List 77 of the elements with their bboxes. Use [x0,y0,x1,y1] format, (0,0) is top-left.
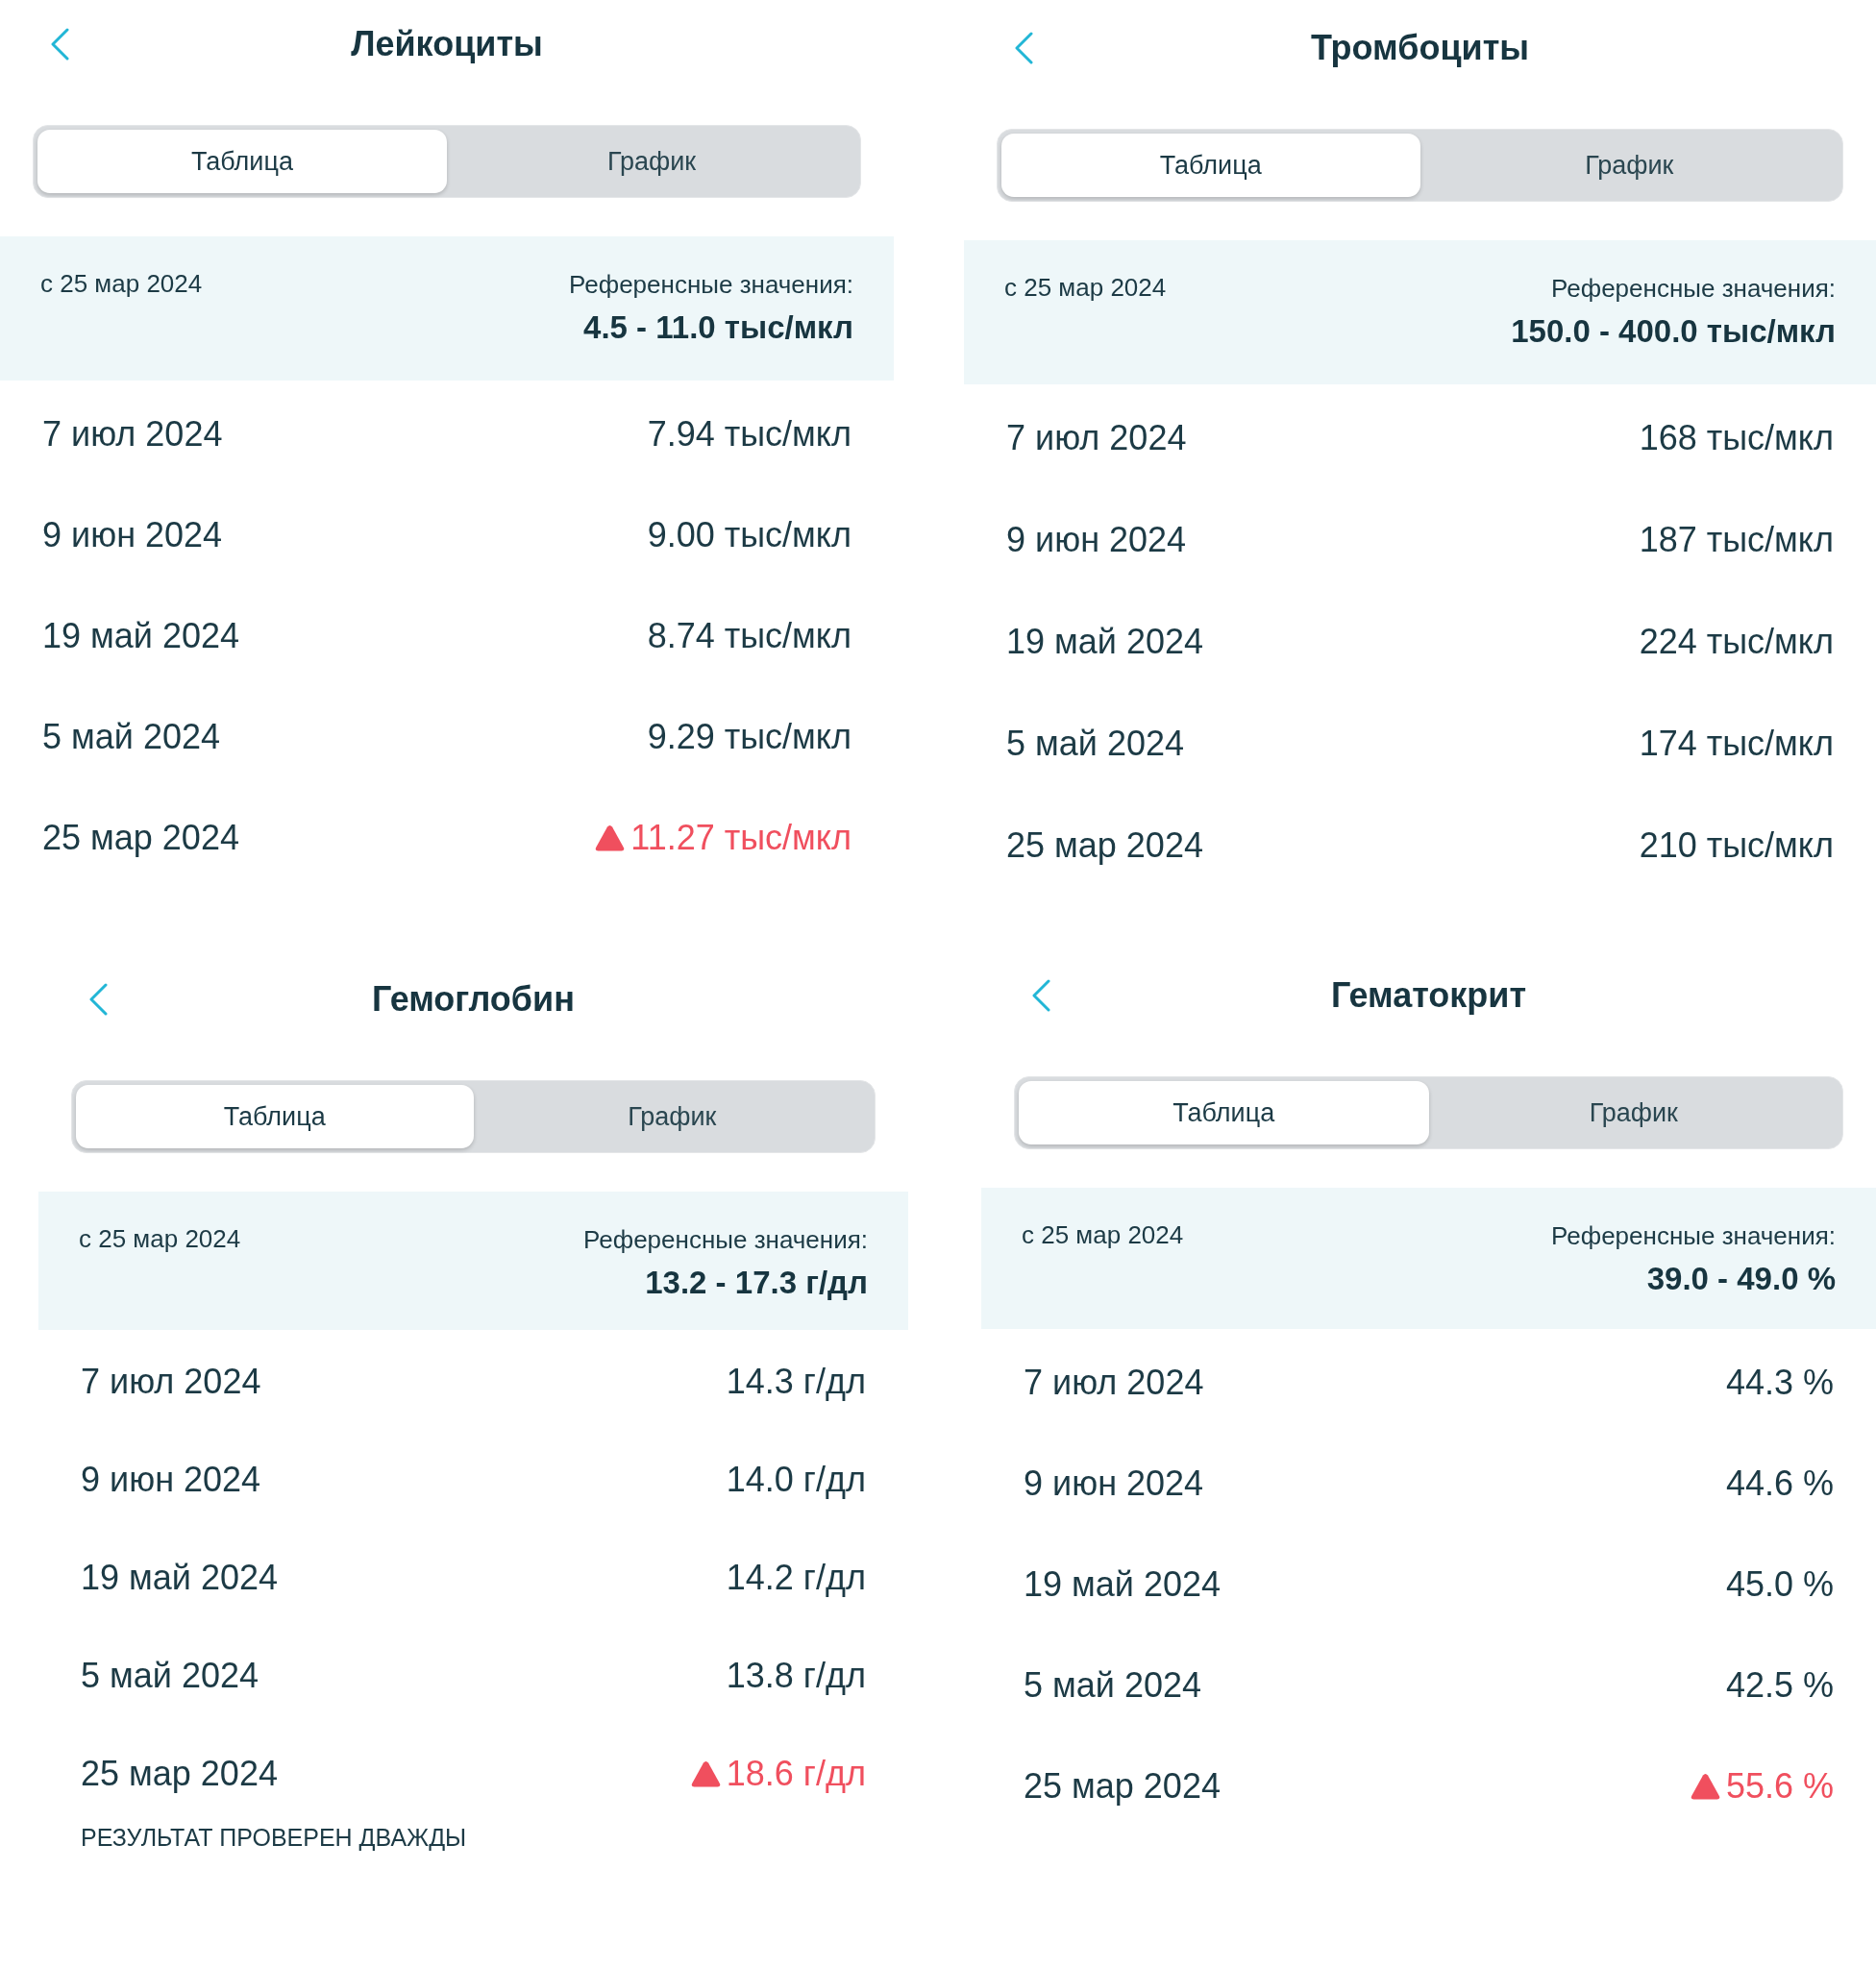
reference-label: Референсные значения: [583,1224,868,1256]
back-button[interactable] [1031,979,1050,1012]
segmented-control[interactable]: Таблица График [1014,1076,1843,1149]
date-text: 5 май 2024 [42,715,220,758]
segment-tab[interactable]: График [473,1085,871,1148]
back-button[interactable] [88,983,108,1016]
value-text: 14.0 г/дл [726,1459,866,1501]
value-text: 45.0 % [1725,1562,1834,1606]
value-text: 9.29 тыс/мкл [647,715,852,758]
date-text: 25 мар 2024 [1024,1764,1221,1808]
segmented-control[interactable]: Таблица График [33,125,861,198]
date-text: 25 мар 2024 [81,1753,278,1795]
screen-title: Гематокрит [1330,974,1527,1017]
segment-tab[interactable]: Таблица [76,1085,474,1148]
date-text: 5 май 2024 [1006,723,1184,765]
back-icon [88,983,108,1016]
value-text: 14.2 г/дл [726,1557,866,1599]
screen-title: Гемоглобин [372,978,575,1021]
back-icon [1014,32,1033,64]
start-date-text: с 25 мар 2024 [1004,272,1167,303]
value-text: 13.8 г/дл [726,1655,866,1697]
value-text: 174 тыс/мкл [1639,723,1834,765]
date-text: 7 июл 2024 [42,412,223,455]
date-text: 19 май 2024 [42,614,239,657]
date-text: 19 май 2024 [81,1557,278,1599]
back-button[interactable] [1014,32,1033,64]
date-text: 25 мар 2024 [1006,824,1203,867]
reference-range-text: 4.5 - 11.0 тыс/мкл [583,308,853,347]
value-text: 9.00 тыс/мкл [647,513,852,556]
segment-tab[interactable]: Таблица [37,130,447,193]
value-text: 14.3 г/дл [726,1361,866,1403]
segment-tab[interactable]: График [447,130,856,193]
date-text: 5 май 2024 [1024,1663,1201,1707]
segment-tab[interactable]: Таблица [1019,1081,1429,1144]
note-text: РЕЗУЛЬТАТ ПРОВЕРЕН ДВАЖДЫ [81,1823,467,1852]
value-text: 168 тыс/мкл [1639,417,1834,459]
screen-title: Лейкоциты [351,23,543,65]
value-text: 224 тыс/мкл [1639,621,1834,663]
value-text: 44.3 % [1725,1361,1834,1404]
date-text: 7 июл 2024 [1024,1361,1204,1404]
date-text: 5 май 2024 [81,1655,259,1697]
date-text: 19 май 2024 [1024,1562,1221,1606]
date-text: 9 июн 2024 [81,1459,261,1501]
value-text: 187 тыс/мкл [1639,519,1834,561]
reference-label: Референсные значения: [1551,1220,1836,1252]
back-button[interactable] [50,28,69,61]
date-text: 9 июн 2024 [42,513,223,556]
date-text: 9 июн 2024 [1024,1462,1204,1505]
value-text: 44.6 % [1725,1462,1834,1505]
date-text: 9 июн 2024 [1006,519,1187,561]
segment-tab[interactable]: Таблица [1001,134,1420,197]
value-text: 18.6 г/дл [726,1753,866,1795]
start-date-text: с 25 мар 2024 [40,268,203,299]
reference-label: Референсные значения: [1551,273,1836,305]
reference-range-text: 39.0 - 49.0 % [1646,1260,1836,1298]
value-text: 7.94 тыс/мкл [647,412,852,455]
start-date-text: с 25 мар 2024 [1022,1219,1184,1250]
value-text: 8.74 тыс/мкл [647,614,852,657]
value-text: 210 тыс/мкл [1639,824,1834,867]
back-icon [1031,979,1050,1012]
reference-label: Референсные значения: [569,269,853,301]
date-text: 25 мар 2024 [42,816,239,859]
segment-tab[interactable]: График [1419,134,1839,197]
segmented-control[interactable]: Таблица График [71,1080,876,1153]
date-text: 19 май 2024 [1006,621,1203,663]
date-text: 7 июл 2024 [81,1361,261,1403]
value-text: 42.5 % [1725,1663,1834,1707]
value-text: 55.6 % [1725,1764,1834,1808]
back-icon [50,28,69,61]
start-date-text: с 25 мар 2024 [79,1223,241,1254]
segmented-control[interactable]: Таблица График [997,129,1843,202]
screen-title: Тромбоциты [1310,27,1530,69]
reference-range-text: 150.0 - 400.0 тыс/мкл [1511,312,1836,351]
reference-range-text: 13.2 - 17.3 г/дл [645,1264,868,1302]
value-text: 11.27 тыс/мкл [630,816,852,859]
date-text: 7 июл 2024 [1006,417,1187,459]
segment-tab[interactable]: График [1428,1081,1839,1144]
